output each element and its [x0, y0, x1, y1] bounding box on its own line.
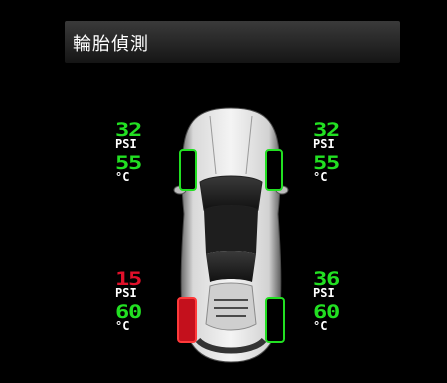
front-right-reading: 32 PSI 55 °C: [313, 121, 357, 184]
rear-right-temp: 60: [313, 301, 340, 323]
front-right-pressure: 32: [313, 119, 340, 141]
car-top-view-image: [173, 107, 289, 363]
rear-right-pressure: 36: [313, 268, 340, 290]
front-right-temp: 55: [313, 152, 340, 174]
page-title: 輪胎偵測: [73, 34, 149, 55]
front-left-tire: [179, 149, 197, 191]
rear-left-pressure: 15: [115, 268, 142, 290]
rear-right-tire: [265, 297, 285, 343]
front-left-temp: 55: [115, 152, 142, 174]
rear-left-temp: 60: [115, 301, 142, 323]
front-left-pressure: 32: [115, 119, 142, 141]
front-right-tire: [265, 149, 283, 191]
front-left-reading: 32 PSI 55 °C: [115, 121, 159, 184]
tpms-screen: 輪胎偵測 32 PSI 55 °C 32 PSI 55 °C 15 PSI 60…: [0, 0, 447, 383]
rear-left-reading: 15 PSI 60 °C: [115, 270, 159, 333]
title-bar: 輪胎偵測: [65, 21, 400, 63]
rear-left-tire: [177, 297, 197, 343]
rear-right-reading: 36 PSI 60 °C: [313, 270, 357, 333]
